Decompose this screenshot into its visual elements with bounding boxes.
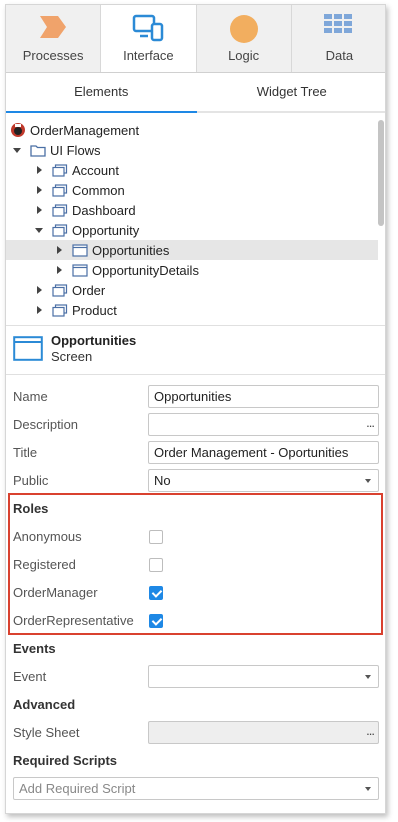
tree-label: UI Flows [50, 142, 101, 158]
description-field[interactable]: ... [148, 413, 379, 436]
tab-label: Interface [123, 48, 174, 63]
chevron-right-icon[interactable] [34, 205, 44, 215]
role-label-order-representative: OrderRepresentative [13, 613, 134, 628]
roles-heading: Roles [13, 501, 49, 516]
title-label: Title [13, 445, 38, 460]
event-select[interactable] [148, 665, 379, 688]
description-label: Description [13, 417, 79, 432]
tree-label: Product [72, 302, 117, 318]
app-icon [10, 122, 26, 138]
chevron-down-icon[interactable] [12, 145, 22, 155]
tree-label: Order [72, 282, 106, 298]
name-field[interactable]: Opportunities [148, 385, 379, 408]
interface-icon [132, 14, 164, 45]
ellipsis-button[interactable]: ... [366, 412, 375, 433]
chevron-down-icon [365, 479, 371, 483]
divider [6, 374, 385, 375]
tree-item-account[interactable]: Account [34, 160, 119, 180]
role-label-registered: Registered [13, 557, 76, 572]
chevron-right-icon[interactable] [54, 265, 64, 275]
properties-panel: Processes Interface Logic Data Elements … [5, 4, 386, 814]
public-value: No [154, 473, 171, 488]
chevron-right-icon[interactable] [34, 185, 44, 195]
data-icon [324, 14, 354, 41]
processes-icon [38, 14, 68, 43]
role-checkbox-order-manager[interactable] [149, 586, 163, 600]
tree-label: Dashboard [72, 202, 136, 218]
add-required-script-placeholder: Add Required Script [19, 781, 136, 796]
screen-icon [72, 263, 88, 277]
tree-label: OrderManagement [30, 122, 140, 138]
tree-item-order[interactable]: Order [34, 280, 105, 300]
tree-item-root[interactable]: OrderManagement [10, 120, 139, 140]
tab-logic[interactable]: Logic [196, 5, 292, 72]
style-sheet-label: Style Sheet [13, 725, 80, 740]
tree-item-ui-flows[interactable]: UI Flows [12, 140, 101, 160]
events-heading: Events [13, 641, 56, 656]
layer-tabs: Processes Interface Logic Data [6, 5, 385, 73]
name-label: Name [13, 389, 48, 404]
chevron-down-icon[interactable] [34, 225, 44, 235]
flow-icon [52, 183, 68, 197]
public-select[interactable]: No [148, 469, 379, 492]
role-label-order-manager: OrderManager [13, 585, 98, 600]
tree-item-opportunity[interactable]: Opportunity [34, 220, 139, 240]
public-label: Public [13, 473, 49, 488]
chevron-right-icon[interactable] [34, 305, 44, 315]
tab-interface[interactable]: Interface [101, 5, 197, 72]
chevron-right-icon[interactable] [34, 165, 44, 175]
required-scripts-heading: Required Scripts [13, 753, 118, 768]
divider [6, 325, 385, 326]
screen-icon [13, 336, 43, 364]
chevron-down-icon [365, 787, 371, 791]
advanced-heading: Advanced [13, 697, 76, 712]
tree-label: Opportunity [72, 222, 140, 238]
logic-icon [229, 14, 259, 47]
tab-label: Data [325, 48, 354, 63]
flow-icon [52, 223, 68, 237]
role-checkbox-anonymous[interactable] [149, 530, 163, 544]
tree-label: Common [72, 182, 125, 198]
elements-tree: OrderManagement UI Flows Account Common [6, 117, 378, 323]
chevron-right-icon[interactable] [34, 285, 44, 295]
role-label-anonymous: Anonymous [13, 529, 82, 544]
role-checkbox-order-representative[interactable] [149, 614, 163, 628]
selected-element-type: Screen [51, 349, 93, 364]
ellipsis-button[interactable]: ... [366, 720, 375, 741]
chevron-down-icon [365, 675, 371, 679]
flow-icon [52, 283, 68, 297]
tree-scrollbar[interactable] [378, 120, 384, 226]
sub-tabs: Elements Widget Tree [6, 73, 385, 113]
tab-label: Logic [228, 48, 260, 63]
event-label: Event [13, 669, 47, 684]
tree-label: Opportunities [92, 242, 170, 258]
tab-processes[interactable]: Processes [6, 5, 102, 72]
folder-icon [30, 144, 46, 157]
flow-icon [52, 163, 68, 177]
tree-item-opportunity-details[interactable]: OpportunityDetails [54, 260, 199, 280]
tree-label: OpportunityDetails [92, 262, 199, 278]
flow-icon [52, 303, 68, 317]
tab-widget-tree[interactable]: Widget Tree [196, 73, 385, 113]
style-sheet-field[interactable]: ... [148, 721, 379, 744]
tree-item-common[interactable]: Common [34, 180, 125, 200]
screen-icon [72, 243, 88, 257]
tree-item-opportunities[interactable]: Opportunities [6, 240, 378, 260]
tree-item-product[interactable]: Product [34, 300, 117, 320]
tab-elements[interactable]: Elements [6, 73, 197, 113]
tab-label: Processes [22, 48, 84, 63]
role-checkbox-registered[interactable] [149, 558, 163, 572]
add-required-script-select[interactable]: Add Required Script [13, 777, 379, 800]
tree-item-dashboard[interactable]: Dashboard [34, 200, 136, 220]
tab-data[interactable]: Data [291, 5, 385, 72]
flow-icon [52, 203, 68, 217]
selected-element-name: Opportunities [51, 333, 137, 348]
chevron-right-icon[interactable] [54, 245, 64, 255]
title-field[interactable]: Order Management - Oportunities [148, 441, 379, 464]
tree-label: Account [72, 162, 119, 178]
